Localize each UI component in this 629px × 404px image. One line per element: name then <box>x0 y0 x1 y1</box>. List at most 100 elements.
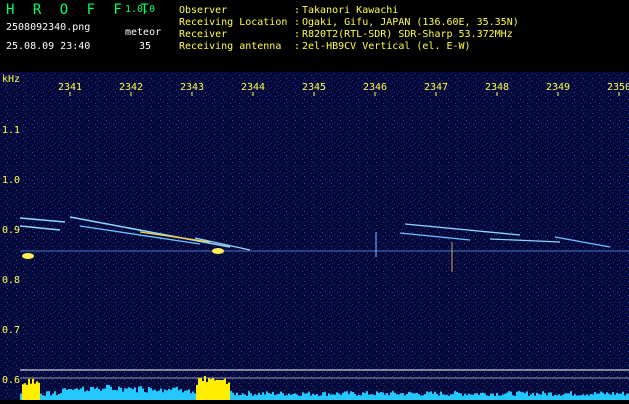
signal-bar <box>392 391 394 400</box>
signal-bar <box>182 392 184 400</box>
signal-bar <box>348 394 350 400</box>
signal-bar <box>60 393 62 400</box>
time-tick-label: 2343 <box>180 82 204 93</box>
signal-bar <box>340 394 342 400</box>
signal-bar <box>616 392 618 400</box>
signal-bar <box>408 391 410 400</box>
signal-bar <box>624 395 626 400</box>
signal-bar <box>36 381 38 400</box>
signal-bar <box>592 394 594 400</box>
signal-bar <box>506 392 508 400</box>
signal-bar <box>428 392 430 400</box>
signal-bar <box>394 392 396 400</box>
signal-bar <box>504 393 506 400</box>
signal-bar <box>174 387 176 400</box>
signal-bar <box>222 380 224 400</box>
signal-bar <box>450 394 452 400</box>
signal-bar <box>516 391 518 400</box>
signal-bar <box>268 393 270 400</box>
signal-bar <box>282 393 284 400</box>
signal-bar <box>322 392 324 400</box>
signal-bar <box>160 388 162 400</box>
signal-bar <box>234 395 236 400</box>
signal-bar <box>462 395 464 400</box>
signal-bar <box>34 383 36 400</box>
header-panel: H R O F F T 1.0.0 2508092340.png meteor … <box>0 0 629 72</box>
signal-bar <box>186 390 188 400</box>
signal-bar <box>398 394 400 400</box>
signal-bar <box>524 393 526 400</box>
datetime: 25.08.09 23:40 <box>6 41 91 52</box>
signal-bar <box>58 393 60 400</box>
receiver-colon: : <box>294 29 301 40</box>
signal-bar <box>474 393 476 400</box>
signal-bar <box>244 394 246 400</box>
signal-bar <box>330 394 332 400</box>
signal-bar <box>30 383 32 400</box>
signal-bar <box>424 394 426 400</box>
signal-bar <box>100 390 102 400</box>
signal-bar <box>292 393 294 400</box>
signal-bar <box>538 394 540 400</box>
signal-bar <box>406 394 408 400</box>
signal-bar <box>130 388 132 400</box>
signal-bar <box>50 395 52 400</box>
signal-bar <box>224 378 226 400</box>
signal-bar <box>154 389 156 400</box>
signal-bar <box>522 392 524 400</box>
signal-bar <box>540 394 542 400</box>
signal-bar <box>74 388 76 400</box>
signal-bar <box>404 395 406 400</box>
signal-bar <box>62 388 64 400</box>
time-tick-label: 2349 <box>546 82 570 93</box>
signal-bar <box>24 383 26 400</box>
signal-bar <box>384 394 386 400</box>
signal-bar <box>492 393 494 400</box>
signal-bar <box>418 394 420 400</box>
antenna-value: 2el-HB9CV Vertical (el. E-W) <box>302 41 471 52</box>
signal-bar <box>318 395 320 400</box>
signal-bar <box>446 394 448 400</box>
signal-bar <box>198 378 200 400</box>
signal-bar <box>216 379 218 400</box>
signal-bar <box>236 392 238 400</box>
signal-bar <box>456 391 458 400</box>
signal-bar <box>526 391 528 400</box>
signal-bar <box>22 384 24 400</box>
signal-bar <box>528 395 530 400</box>
signal-bar <box>378 392 380 400</box>
antenna-colon: : <box>294 41 301 52</box>
signal-bar <box>80 388 82 400</box>
signal-bar <box>354 393 356 400</box>
observer-label: Observer <box>179 5 228 16</box>
signal-bar <box>410 392 412 400</box>
signal-bar <box>454 391 456 400</box>
signal-bar <box>510 391 512 400</box>
signal-bar <box>146 392 148 400</box>
signal-bar <box>220 380 222 400</box>
signal-bar <box>374 395 376 400</box>
signal-bar <box>458 392 460 400</box>
signal-bar <box>164 389 166 400</box>
signal-bar <box>178 390 180 400</box>
signal-bar <box>344 391 346 400</box>
observer-colon: : <box>294 5 301 16</box>
signal-bar <box>202 380 204 400</box>
signal-bar <box>478 394 480 400</box>
signal-bar <box>560 395 562 400</box>
signal-bar <box>502 394 504 400</box>
signal-bar <box>600 391 602 400</box>
signal-bar <box>334 394 336 400</box>
signal-bar <box>546 395 548 400</box>
signal-bar <box>576 395 578 400</box>
signal-bar <box>284 395 286 400</box>
signal-bar <box>204 376 206 400</box>
receiver-value: R820T2(RTL-SDR) SDR-Sharp 53.372MHz <box>302 29 513 40</box>
signal-bar <box>142 388 144 400</box>
signal-bar <box>572 395 574 400</box>
signal-bar <box>274 395 276 400</box>
signal-bar <box>614 394 616 400</box>
signal-bar <box>214 380 216 400</box>
signal-bar <box>270 394 272 400</box>
signal-bar <box>536 392 538 400</box>
